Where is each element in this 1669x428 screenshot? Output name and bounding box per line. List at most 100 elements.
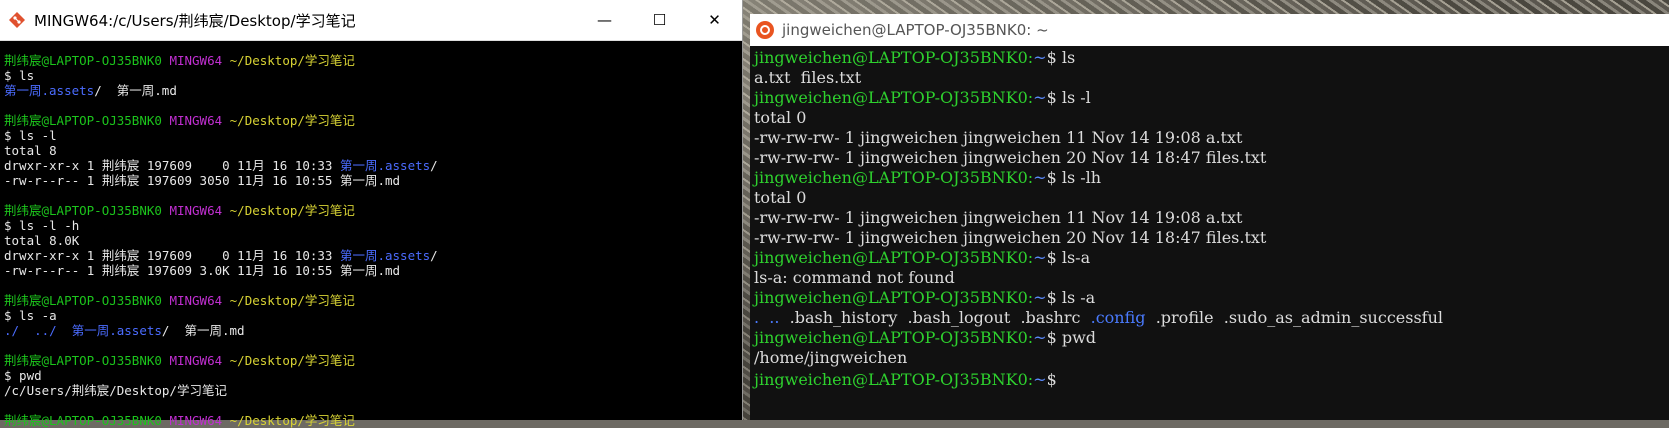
terminal-text: jingweichen@LAPTOP-OJ35BNK0: <box>754 288 1034 307</box>
terminal-text: drwxr-xr-x 1 荆纬宸 197609 0 11月 16 10:33 <box>4 248 340 263</box>
terminal-text: drwxr-xr-x 1 荆纬宸 197609 0 11月 16 10:33 <box>4 158 340 173</box>
terminal-line: 荆纬宸@LAPTOP-OJ35BNK0 MINGW64 ~/Desktop/学习… <box>4 53 742 68</box>
terminal-text: MINGW64 <box>169 53 230 68</box>
terminal-line: jingweichen@LAPTOP-OJ35BNK0:~$ ls -l <box>754 88 1669 108</box>
terminal-text: ~ <box>1033 248 1047 267</box>
terminal-text: -rw-r--r-- 1 荆纬宸 197609 3050 11月 16 10:5… <box>4 173 401 188</box>
terminal-text: ~ <box>1033 48 1047 67</box>
terminal-text: ls-a: command not found <box>754 268 955 287</box>
terminal-line: -rw-rw-rw- 1 jingweichen jingweichen 20 … <box>754 228 1669 248</box>
terminal-text: MINGW64 <box>169 353 230 368</box>
terminal-line: total 8 <box>4 143 742 158</box>
terminal-text: 第一周.assets <box>339 248 431 263</box>
terminal-text: MINGW64 <box>169 203 230 218</box>
terminal-text: $ pwd <box>4 368 42 383</box>
terminal-output[interactable]: 荆纬宸@LAPTOP-OJ35BNK0 MINGW64 ~/Desktop/学习… <box>0 41 742 428</box>
terminal-text: jingweichen@LAPTOP-OJ35BNK0: <box>754 48 1034 67</box>
terminal-line: -rw-r--r-- 1 荆纬宸 197609 3050 11月 16 10:5… <box>4 173 742 188</box>
terminal-text: ~/Desktop/学习笔记 <box>229 53 355 68</box>
terminal-line: jingweichen@LAPTOP-OJ35BNK0:~$ ls -lh <box>754 168 1669 188</box>
terminal-text: 荆纬宸@LAPTOP-OJ35BNK0 <box>4 113 170 128</box>
terminal-text: $ ls <box>4 68 35 83</box>
terminal-text: $ ls -a <box>1046 288 1096 307</box>
maximize-button[interactable]: ☐ <box>632 0 687 40</box>
terminal-line: 荆纬宸@LAPTOP-OJ35BNK0 MINGW64 ~/Desktop/学习… <box>4 353 742 368</box>
title-bar[interactable]: MINGW64:/c/Users/荆纬宸/Desktop/学习笔记 — ☐ ✕ <box>0 0 742 41</box>
terminal-line: jingweichen@LAPTOP-OJ35BNK0:~$ <box>754 368 1669 389</box>
terminal-text: 第一周.assets <box>4 83 95 98</box>
terminal-text: ~/Desktop/学习笔记 <box>229 413 355 428</box>
ubuntu-icon <box>756 21 774 39</box>
terminal-line: ./ ../ 第一周.assets/ 第一周.md <box>4 323 742 338</box>
terminal-text: $ pwd <box>1046 328 1097 347</box>
terminal-text: .profile .sudo_as_admin_successful <box>1145 308 1454 327</box>
terminal-output[interactable]: jingweichen@LAPTOP-OJ35BNK0:~$ ls a.txt f… <box>750 46 1669 389</box>
terminal-text: . .. <box>754 308 780 327</box>
terminal-line: 荆纬宸@LAPTOP-OJ35BNK0 MINGW64 ~/Desktop/学习… <box>4 413 742 428</box>
terminal-text: a.txt files.txt <box>754 68 862 87</box>
terminal-text: $ ls-a <box>1046 248 1091 267</box>
terminal-text: 荆纬宸@LAPTOP-OJ35BNK0 <box>4 53 170 68</box>
terminal-line: jingweichen@LAPTOP-OJ35BNK0:~$ ls -a <box>754 288 1669 308</box>
terminal-line: 荆纬宸@LAPTOP-OJ35BNK0 MINGW64 ~/Desktop/学习… <box>4 293 742 308</box>
mingw64-terminal-window[interactable]: MINGW64:/c/Users/荆纬宸/Desktop/学习笔记 — ☐ ✕ … <box>0 0 743 428</box>
window-title: jingweichen@LAPTOP-OJ35BNK0: ~ <box>782 21 1049 39</box>
terminal-line: /home/jingweichen <box>754 348 1669 368</box>
minimize-button[interactable]: — <box>577 0 632 40</box>
terminal-text: jingweichen@LAPTOP-OJ35BNK0: <box>754 88 1034 107</box>
terminal-text: $ ls -a <box>4 308 57 323</box>
terminal-line: drwxr-xr-x 1 荆纬宸 197609 0 11月 16 10:33 第… <box>4 158 742 173</box>
terminal-text: -rw-r--r-- 1 荆纬宸 197609 3.0K 11月 16 10:5… <box>4 263 401 278</box>
terminal-line: $ pwd <box>4 368 742 383</box>
terminal-text: MINGW64 <box>169 113 230 128</box>
terminal-line: /c/Users/荆纬宸/Desktop/学习笔记 <box>4 383 742 398</box>
ubuntu-terminal-window[interactable]: jingweichen@LAPTOP-OJ35BNK0: ~ jingweich… <box>750 14 1669 420</box>
terminal-text: ~/Desktop/学习笔记 <box>229 113 355 128</box>
terminal-text: MINGW64 <box>169 413 230 428</box>
terminal-text: .config <box>1090 308 1146 327</box>
terminal-text: jingweichen@LAPTOP-OJ35BNK0: <box>754 248 1034 267</box>
terminal-line: $ ls -l <box>4 128 742 143</box>
terminal-text: jingweichen@LAPTOP-OJ35BNK0: <box>754 370 1034 389</box>
terminal-line: 荆纬宸@LAPTOP-OJ35BNK0 MINGW64 ~/Desktop/学习… <box>4 203 742 218</box>
terminal-line: total 0 <box>754 188 1669 208</box>
terminal-line: -rw-rw-rw- 1 jingweichen jingweichen 11 … <box>754 128 1669 148</box>
terminal-text: total 0 <box>754 108 807 127</box>
title-bar[interactable]: jingweichen@LAPTOP-OJ35BNK0: ~ <box>750 14 1669 46</box>
terminal-text: 荆纬宸@LAPTOP-OJ35BNK0 <box>4 203 170 218</box>
terminal-text: .bash_history .bash_logout .bashrc <box>779 308 1091 327</box>
terminal-text: $ <box>1046 370 1057 389</box>
terminal-text: total 0 <box>754 188 807 207</box>
terminal-line: ls-a: command not found <box>754 268 1669 288</box>
terminal-line: -rw-rw-rw- 1 jingweichen jingweichen 11 … <box>754 208 1669 228</box>
close-button[interactable]: ✕ <box>687 0 742 40</box>
terminal-text: / 第一周.md <box>161 323 245 338</box>
terminal-line: jingweichen@LAPTOP-OJ35BNK0:~$ ls <box>754 48 1669 68</box>
terminal-line: total 0 <box>754 108 1669 128</box>
terminal-text: / <box>430 158 438 173</box>
terminal-text: MINGW64 <box>169 293 230 308</box>
terminal-text: $ ls -l <box>4 128 57 143</box>
terminal-line: jingweichen@LAPTOP-OJ35BNK0:~$ ls-a <box>754 248 1669 268</box>
terminal-text: jingweichen@LAPTOP-OJ35BNK0: <box>754 328 1034 347</box>
terminal-text: jingweichen@LAPTOP-OJ35BNK0: <box>754 168 1034 187</box>
terminal-line: 荆纬宸@LAPTOP-OJ35BNK0 MINGW64 ~/Desktop/学习… <box>4 113 742 128</box>
terminal-text: /home/jingweichen <box>754 348 908 367</box>
terminal-text: 荆纬宸@LAPTOP-OJ35BNK0 <box>4 293 170 308</box>
terminal-line: jingweichen@LAPTOP-OJ35BNK0:~$ pwd <box>754 328 1669 348</box>
terminal-text: ~ <box>1033 288 1047 307</box>
terminal-text: $ ls -l <box>1046 88 1091 107</box>
terminal-text: total 8.0K <box>4 233 80 248</box>
terminal-line: $ ls -l -h <box>4 218 742 233</box>
terminal-text: ~/Desktop/学习笔记 <box>229 293 355 308</box>
terminal-line: -rw-r--r-- 1 荆纬宸 197609 3.0K 11月 16 10:5… <box>4 263 742 278</box>
terminal-text: 第一周.assets <box>339 158 431 173</box>
terminal-text: $ ls -l -h <box>4 218 80 233</box>
terminal-text: ~/Desktop/学习笔记 <box>229 353 355 368</box>
terminal-text: /c/Users/荆纬宸/Desktop/学习笔记 <box>4 383 227 398</box>
terminal-text: $ ls <box>1046 48 1076 67</box>
